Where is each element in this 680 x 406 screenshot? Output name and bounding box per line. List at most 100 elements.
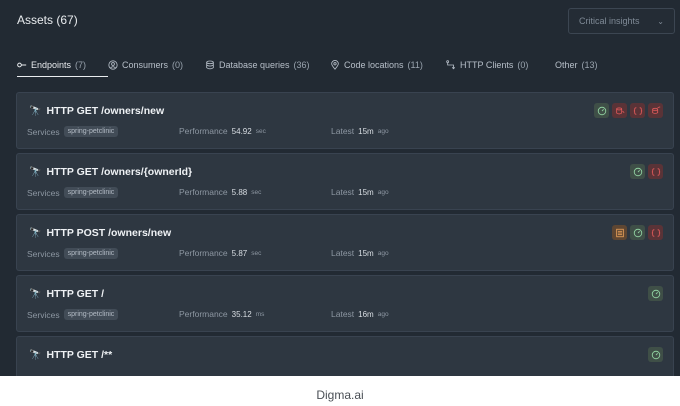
- tab-label: Consumers: [122, 60, 169, 70]
- tab-count: (7): [75, 60, 87, 70]
- latest-meta: Latest 15m ago: [331, 126, 389, 136]
- tab-count: (0): [172, 60, 184, 70]
- performance-unit: ms: [255, 310, 265, 318]
- gauge-icon[interactable]: [630, 225, 645, 240]
- performance-meta: Performance 5.88 sec: [179, 187, 261, 197]
- chevron-down-icon: ⌄: [657, 16, 664, 26]
- performance-meta: Performance 35.12 ms: [179, 309, 264, 319]
- gauge-icon[interactable]: [648, 286, 663, 301]
- tab-consumers[interactable]: Consumers (0): [108, 56, 205, 74]
- asset-card[interactable]: 🔭 HTTP GET /owners/new Services spring-p…: [16, 92, 674, 149]
- gauge-icon[interactable]: [594, 103, 609, 118]
- latest-value: 15m: [358, 187, 374, 197]
- insights-filter-select[interactable]: Critical insights ⌄: [568, 8, 675, 34]
- tab-http-clients[interactable]: HTTP Clients (0): [446, 56, 555, 74]
- bracket-alert-icon[interactable]: [630, 103, 645, 118]
- insight-badges: [594, 103, 663, 118]
- services-label: Services: [27, 248, 60, 259]
- latest-meta: Latest 16m ago: [331, 309, 389, 319]
- service-pill: spring-petclinic: [63, 248, 119, 259]
- tab-count: (13): [581, 60, 598, 70]
- page-title: Assets (67): [17, 13, 78, 27]
- latest-label: Latest: [331, 187, 355, 197]
- gauge-icon[interactable]: [648, 347, 663, 362]
- performance-label: Performance: [179, 248, 228, 258]
- performance-label: Performance: [179, 309, 228, 319]
- latest-unit: ago: [377, 310, 389, 318]
- asset-card[interactable]: 🔭 HTTP GET /**: [16, 336, 674, 376]
- tab-label: HTTP Clients: [460, 60, 514, 70]
- list-icon[interactable]: [612, 225, 627, 240]
- tab-label: Code locations: [344, 60, 404, 70]
- performance-meta: Performance 5.87 sec: [179, 248, 261, 258]
- latest-unit: ago: [377, 127, 389, 135]
- asset-name: HTTP GET /: [46, 288, 105, 300]
- insight-badges: [630, 164, 663, 179]
- bracket-alert-icon[interactable]: [648, 164, 663, 179]
- tab-code-locations[interactable]: Code locations (11): [330, 56, 446, 74]
- latest-value: 15m: [358, 126, 374, 136]
- tab-label: Database queries: [219, 60, 290, 70]
- insight-badges: [648, 286, 663, 301]
- consumer-icon: [108, 60, 118, 70]
- latest-label: Latest: [331, 248, 355, 258]
- asset-title: 🔭 HTTP GET /: [29, 288, 104, 300]
- asset-card[interactable]: 🔭 HTTP GET /owners/{ownerId} Services sp…: [16, 153, 674, 210]
- location-icon: [331, 60, 339, 70]
- performance-unit: sec: [255, 127, 266, 135]
- insights-filter-value: Critical insights: [579, 16, 640, 26]
- endpoint-icon: [17, 62, 27, 68]
- performance-value: 35.12: [231, 309, 252, 319]
- asset-name: HTTP GET /owners/{ownerId}: [46, 166, 193, 178]
- slow-query-icon[interactable]: [648, 103, 663, 118]
- service-pill: spring-petclinic: [63, 126, 119, 137]
- asset-title: 🔭 HTTP POST /owners/new: [29, 227, 171, 239]
- latest-unit: ago: [377, 188, 389, 196]
- latest-label: Latest: [331, 309, 355, 319]
- services-label: Services: [27, 187, 60, 198]
- latest-value: 16m: [358, 309, 374, 319]
- caption: Digma.ai: [316, 388, 364, 402]
- services-meta: Services spring-petclinic: [27, 309, 119, 320]
- services-label: Services: [27, 309, 60, 320]
- gauge-icon[interactable]: [630, 164, 645, 179]
- tab-label: Endpoints: [31, 60, 72, 70]
- services-meta: Services spring-petclinic: [27, 187, 119, 198]
- asset-title: 🔭 HTTP GET /owners/{ownerId}: [29, 166, 192, 178]
- latest-meta: Latest 15m ago: [331, 248, 389, 258]
- asset-title: 🔭 HTTP GET /**: [29, 349, 112, 361]
- asset-name: HTTP GET /**: [46, 349, 113, 361]
- asset-card[interactable]: 🔭 HTTP GET / Services spring-petclinic P…: [16, 275, 674, 332]
- telescope-icon: 🔭: [29, 166, 42, 178]
- telescope-icon: 🔭: [29, 349, 42, 361]
- tab-count: (11): [407, 60, 423, 70]
- tab-database-queries[interactable]: Database queries (36): [205, 56, 330, 74]
- performance-meta: Performance 54.92 sec: [179, 126, 266, 136]
- insight-badges: [612, 225, 663, 240]
- services-meta: Services spring-petclinic: [27, 248, 119, 259]
- tab-endpoints[interactable]: Endpoints (7): [17, 56, 108, 77]
- bracket-alert-icon[interactable]: [648, 225, 663, 240]
- performance-unit: sec: [251, 188, 262, 196]
- latest-unit: ago: [377, 249, 389, 257]
- asset-title: 🔭 HTTP GET /owners/new: [29, 105, 164, 117]
- services-label: Services: [27, 126, 60, 137]
- telescope-icon: 🔭: [29, 288, 42, 300]
- insight-badges: [648, 347, 663, 362]
- database-alert-icon[interactable]: [612, 103, 627, 118]
- assets-panel: Assets (67) Critical insights ⌄ Endpoint…: [0, 0, 680, 376]
- performance-label: Performance: [179, 187, 228, 197]
- tab-other[interactable]: Other (13): [555, 56, 625, 74]
- performance-value: 54.92: [231, 126, 252, 136]
- database-icon: [206, 60, 214, 70]
- performance-label: Performance: [179, 126, 228, 136]
- service-pill: spring-petclinic: [63, 187, 119, 198]
- asset-card[interactable]: 🔭 HTTP POST /owners/new Services spring-…: [16, 214, 674, 271]
- tab-count: (36): [293, 60, 310, 70]
- tab-label: Other: [555, 60, 578, 70]
- asset-name: HTTP GET /owners/new: [46, 105, 165, 117]
- telescope-icon: 🔭: [29, 227, 42, 239]
- tab-count: (0): [517, 60, 529, 70]
- service-pill: spring-petclinic: [63, 309, 119, 320]
- telescope-icon: 🔭: [29, 105, 42, 117]
